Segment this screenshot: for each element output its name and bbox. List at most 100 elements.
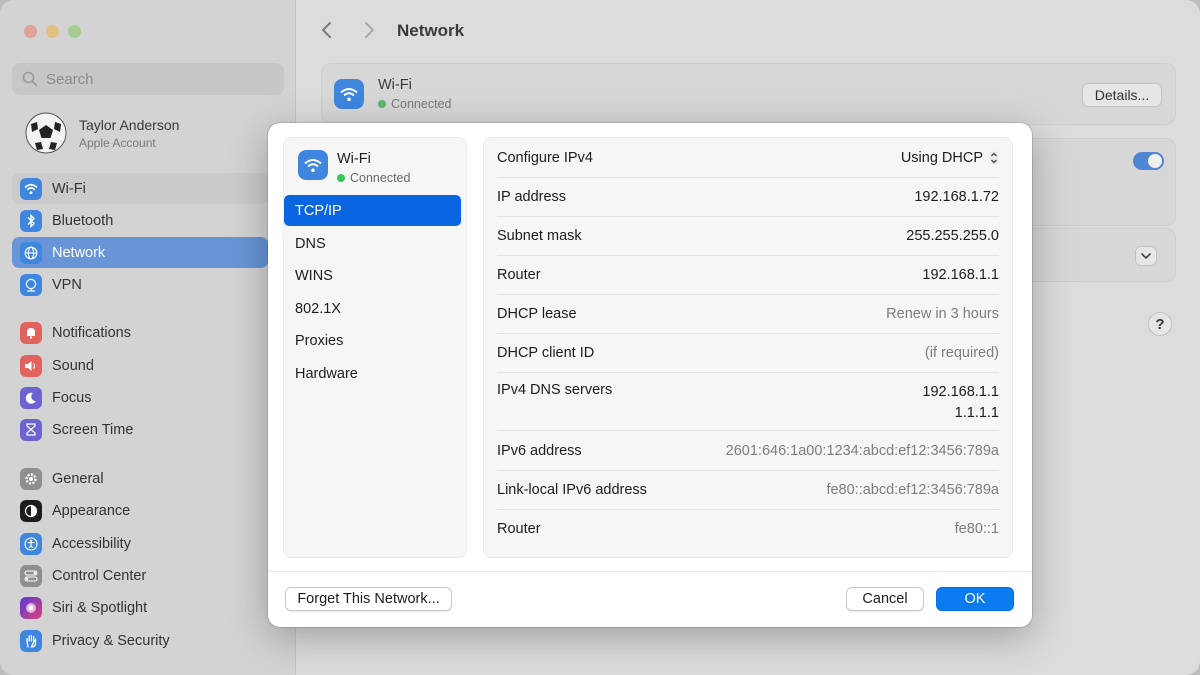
sidebar-item-accessibility[interactable]: Accessibility (12, 528, 268, 559)
chevron-down-icon (1141, 252, 1151, 259)
chevron-left-icon (322, 22, 331, 38)
sidebar-item-label: Privacy & Security (52, 632, 170, 649)
sidebar-item-wifi[interactable]: Wi-Fi (12, 173, 268, 204)
help-button[interactable]: ? (1148, 312, 1172, 336)
forward-button[interactable] (362, 20, 376, 46)
table-row: DHCP client ID (if required) (497, 345, 999, 373)
avatar (25, 112, 67, 154)
page-title: Network (397, 21, 465, 40)
tab-proxies[interactable]: Proxies (284, 325, 461, 356)
table-row: DHCP lease Renew in 3 hours (497, 306, 999, 334)
status-dot (337, 174, 345, 182)
system-settings-window: Search Taylor Anderson Apple Account Wi-… (0, 0, 1200, 675)
details-sidebar: Wi-Fi Connected TCP/IP DNS WINS 802.1X P… (283, 137, 467, 558)
sidebar-item-label: General (52, 470, 104, 487)
row-value: 255.255.255.0 (906, 228, 999, 244)
table-row: IPv6 address 2601:646:1a00:1234:abcd:ef1… (497, 443, 999, 471)
back-button[interactable] (320, 20, 334, 46)
sheet-network-header: Wi-Fi Connected (298, 150, 410, 185)
close-window-button[interactable] (24, 25, 37, 38)
sidebar-item-screen-time[interactable]: Screen Time (12, 414, 268, 445)
row-label: Router (497, 521, 541, 537)
sidebar-item-sound[interactable]: Sound (12, 350, 268, 381)
sidebar-item-siri-spotlight[interactable]: Siri & Spotlight (12, 592, 268, 623)
row-value: 192.168.1.72 (914, 189, 999, 205)
sidebar-item-label: Focus (52, 389, 92, 406)
sheet-network-status: Connected (350, 171, 411, 185)
wifi-service-card: Wi-Fi Connected Details... (321, 63, 1176, 125)
search-icon (22, 71, 38, 87)
table-row: IP address 192.168.1.72 (497, 189, 999, 217)
cancel-button[interactable]: Cancel (846, 587, 924, 611)
updown-chevron-icon (989, 151, 999, 165)
window-controls (24, 25, 81, 38)
search-placeholder: Search (46, 70, 94, 88)
tab-8021x[interactable]: 802.1X (284, 293, 461, 324)
tab-dns[interactable]: DNS (284, 228, 461, 259)
row-label: IPv6 address (497, 443, 582, 459)
table-row: Router fe80::1 (497, 521, 999, 549)
vpn-icon (20, 273, 42, 296)
tcpip-details-panel: Configure IPv4 Using DHCP IP address 192… (483, 137, 1013, 558)
configure-ipv4-value: Using DHCP (900, 150, 983, 166)
chevron-right-icon (365, 22, 374, 38)
hourglass-icon (20, 418, 42, 441)
row-label: Subnet mask (497, 228, 582, 244)
ok-button[interactable]: OK (936, 587, 1014, 611)
search-input[interactable]: Search (12, 63, 284, 95)
row-value: fe80::abcd:ef12:3456:789a (826, 482, 999, 498)
network-details-sheet: Wi-Fi Connected TCP/IP DNS WINS 802.1X P… (268, 123, 1032, 627)
sidebar-item-appearance[interactable]: Appearance (12, 495, 268, 526)
tab-hardware[interactable]: Hardware (284, 358, 461, 389)
sidebar-item-general[interactable]: General (12, 463, 268, 494)
table-row: IPv4 DNS servers 192.168.1.1 1.1.1.1 (497, 382, 999, 431)
row-value: 192.168.1.1 1.1.1.1 (922, 382, 999, 424)
sidebar-item-label: Sound (52, 357, 94, 374)
bluetooth-icon (20, 209, 42, 232)
dns-server: 1.1.1.1 (954, 405, 999, 421)
sidebar-item-notifications[interactable]: Notifications (12, 317, 268, 348)
sidebar: Search Taylor Anderson Apple Account Wi-… (0, 0, 296, 675)
details-button[interactable]: Details... (1082, 83, 1162, 107)
row-label: DHCP client ID (497, 345, 595, 361)
account-row[interactable]: Taylor Anderson Apple Account (25, 112, 179, 154)
siri-icon (20, 596, 42, 619)
account-subtitle: Apple Account (79, 135, 156, 150)
row-value: (if required) (924, 345, 999, 361)
row-label: Link-local IPv6 address (497, 482, 647, 498)
row-label: IP address (497, 189, 567, 205)
sidebar-item-bluetooth[interactable]: Bluetooth (12, 205, 268, 236)
forget-network-button[interactable]: Forget This Network... (285, 587, 452, 611)
account-name: Taylor Anderson (79, 116, 180, 133)
hand-icon (20, 629, 42, 652)
sidebar-item-privacy-security[interactable]: Privacy & Security (12, 625, 268, 656)
row-value: 192.168.1.1 (922, 267, 999, 283)
sidebar-item-focus[interactable]: Focus (12, 382, 268, 413)
tab-tcpip[interactable]: TCP/IP (284, 195, 461, 226)
sidebar-item-control-center[interactable]: Control Center (12, 560, 268, 591)
gear-icon (20, 467, 42, 490)
sidebar-item-network[interactable]: Network (12, 237, 268, 268)
zoom-window-button[interactable] (68, 25, 81, 38)
expand-button[interactable] (1135, 246, 1157, 266)
sheet-network-name: Wi-Fi (337, 151, 371, 167)
row-label: Configure IPv4 (497, 150, 593, 166)
appearance-icon (20, 499, 42, 522)
tab-wins[interactable]: WINS (284, 260, 461, 291)
status-dot (378, 100, 386, 108)
sidebar-item-label: Bluetooth (52, 212, 114, 229)
accessibility-icon (20, 532, 42, 555)
sidebar-item-label: Control Center (52, 567, 147, 584)
sidebar-item-label: Accessibility (52, 535, 131, 552)
sidebar-item-label: Screen Time (52, 421, 134, 438)
table-row: Configure IPv4 Using DHCP (497, 150, 999, 178)
dns-server: 192.168.1.1 (922, 384, 999, 400)
sidebar-item-label: Notifications (52, 324, 131, 341)
sidebar-item-vpn[interactable]: VPN (12, 269, 268, 300)
configure-ipv4-select[interactable]: Using DHCP (901, 150, 999, 166)
table-row: Link-local IPv6 address fe80::abcd:ef12:… (497, 482, 999, 510)
table-row: Router 192.168.1.1 (497, 267, 999, 295)
minimize-window-button[interactable] (46, 25, 59, 38)
control-center-icon (20, 564, 42, 587)
wifi-toggle[interactable] (1133, 152, 1164, 170)
